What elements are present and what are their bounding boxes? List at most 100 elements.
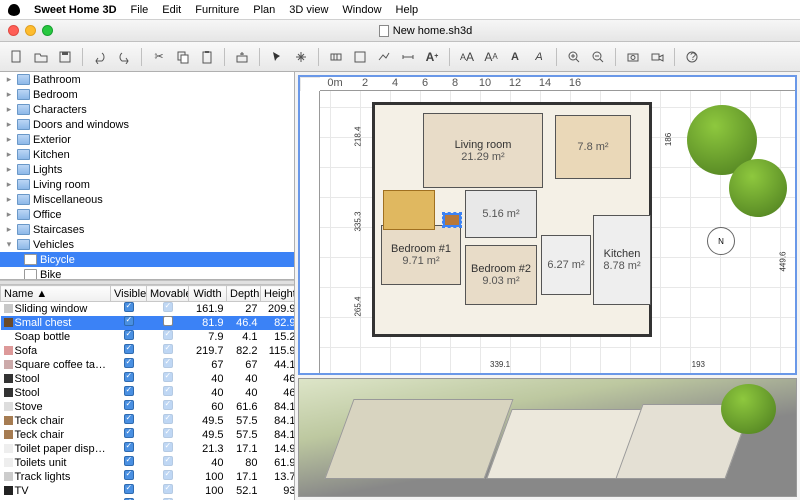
photo-button[interactable] [622,46,644,68]
movable-checkbox[interactable] [163,386,173,396]
room[interactable]: 5.16 m² [465,190,537,238]
text-tool[interactable]: A+ [421,46,443,68]
tree-folder[interactable]: ▸Characters [0,102,294,117]
text-smaller-button[interactable]: AA [480,46,502,68]
help-button[interactable]: ? [681,46,703,68]
furniture-bed[interactable] [383,190,435,230]
3d-view[interactable] [298,378,797,497]
column-header[interactable]: Name ▲ [1,286,111,302]
open-button[interactable] [30,46,52,68]
table-row[interactable]: Square coffee table676744.1 [1,358,295,372]
furniture-selected[interactable] [443,213,461,227]
visible-checkbox[interactable] [124,386,134,396]
tree-folder[interactable]: ▸Staircases [0,222,294,237]
column-header[interactable]: Width [189,286,227,302]
add-furniture-button[interactable] [231,46,253,68]
tree-folder[interactable]: ▸Exterior [0,132,294,147]
video-button[interactable] [646,46,668,68]
plan-view[interactable]: 0m246810121416 Living room21.29 m²Bedroo… [298,75,797,375]
movable-checkbox[interactable] [163,302,173,312]
visible-checkbox[interactable] [124,470,134,480]
visible-checkbox[interactable] [124,400,134,410]
save-button[interactable] [54,46,76,68]
movable-checkbox[interactable] [163,316,173,326]
movable-checkbox[interactable] [163,456,173,466]
visible-checkbox[interactable] [124,372,134,382]
tree-folder[interactable]: ▸Office [0,207,294,222]
visible-checkbox[interactable] [124,414,134,424]
visible-checkbox[interactable] [124,358,134,368]
tree-folder[interactable]: ▸Bedroom [0,87,294,102]
menu-file[interactable]: File [131,4,149,16]
room[interactable]: 6.27 m² [541,235,591,295]
compass-icon[interactable]: N [707,227,735,255]
apple-icon[interactable] [8,4,20,16]
table-row[interactable]: Track lights10017.113.7 [1,470,295,484]
room[interactable]: Living room21.29 m² [423,113,543,188]
tree-object[interactable] [729,159,787,217]
tree-folder[interactable]: ▸Living room [0,177,294,192]
dimension-tool[interactable] [397,46,419,68]
column-header[interactable]: Movable [147,286,189,302]
cut-button[interactable]: ✂ [148,46,170,68]
movable-checkbox[interactable] [163,400,173,410]
movable-checkbox[interactable] [163,372,173,382]
tree-item[interactable]: Bicycle [0,252,294,267]
menu-window[interactable]: Window [342,4,381,16]
visible-checkbox[interactable] [124,302,134,312]
app-name[interactable]: Sweet Home 3D [34,4,117,16]
column-header[interactable]: Depth [227,286,261,302]
room[interactable]: Bedroom #29.03 m² [465,245,537,305]
undo-button[interactable] [89,46,111,68]
tree-item[interactable]: Bike [0,267,294,280]
visible-checkbox[interactable] [124,330,134,340]
copy-button[interactable] [172,46,194,68]
paste-button[interactable] [196,46,218,68]
tree-folder[interactable]: ▾Vehicles [0,237,294,252]
visible-checkbox[interactable] [124,316,134,326]
movable-checkbox[interactable] [163,428,173,438]
table-row[interactable]: Sofa219.782.2115.9 [1,344,295,358]
movable-checkbox[interactable] [163,470,173,480]
movable-checkbox[interactable] [163,330,173,340]
table-row[interactable]: Sliding window161.927209.9 [1,302,295,316]
room[interactable]: 7.8 m² [555,115,631,179]
menu-3dview[interactable]: 3D view [289,4,328,16]
movable-checkbox[interactable] [163,344,173,354]
zoom-window-button[interactable] [42,25,53,36]
movable-checkbox[interactable] [163,484,173,494]
menu-help[interactable]: Help [396,4,419,16]
furniture-table[interactable]: Name ▲VisibleMovableWidthDepthHeight Sli… [0,285,294,500]
table-row[interactable]: Small chest81.946.482.9 [1,316,295,330]
table-row[interactable]: Teck chair49.557.584.1 [1,414,295,428]
italic-button[interactable]: A [528,46,550,68]
menu-plan[interactable]: Plan [253,4,275,16]
menu-furniture[interactable]: Furniture [195,4,239,16]
visible-checkbox[interactable] [124,484,134,494]
movable-checkbox[interactable] [163,414,173,424]
bold-button[interactable]: A [504,46,526,68]
table-row[interactable]: Soap bottle7.94.115.2 [1,330,295,344]
close-window-button[interactable] [8,25,19,36]
tree-folder[interactable]: ▸Doors and windows [0,117,294,132]
zoom-out-button[interactable] [587,46,609,68]
table-row[interactable]: Teck chair49.557.584.1 [1,428,295,442]
tree-folder[interactable]: ▸Bathroom [0,72,294,87]
select-tool[interactable] [266,46,288,68]
tree-folder[interactable]: ▸Kitchen [0,147,294,162]
new-button[interactable] [6,46,28,68]
tree-folder[interactable]: ▸Miscellaneous [0,192,294,207]
movable-checkbox[interactable] [163,358,173,368]
visible-checkbox[interactable] [124,442,134,452]
room[interactable]: Kitchen8.78 m² [593,215,651,305]
column-header[interactable]: Height [261,286,295,302]
table-row[interactable]: Toilets unit408061.9 [1,456,295,470]
room[interactable]: Bedroom #19.71 m² [381,225,461,285]
table-row[interactable]: TV10052.193 [1,484,295,498]
table-row[interactable]: Stool404046 [1,372,295,386]
zoom-in-button[interactable] [563,46,585,68]
table-row[interactable]: Stove6061.684.1 [1,400,295,414]
text-bigger-button[interactable]: AA [456,46,478,68]
movable-checkbox[interactable] [163,442,173,452]
menu-edit[interactable]: Edit [162,4,181,16]
